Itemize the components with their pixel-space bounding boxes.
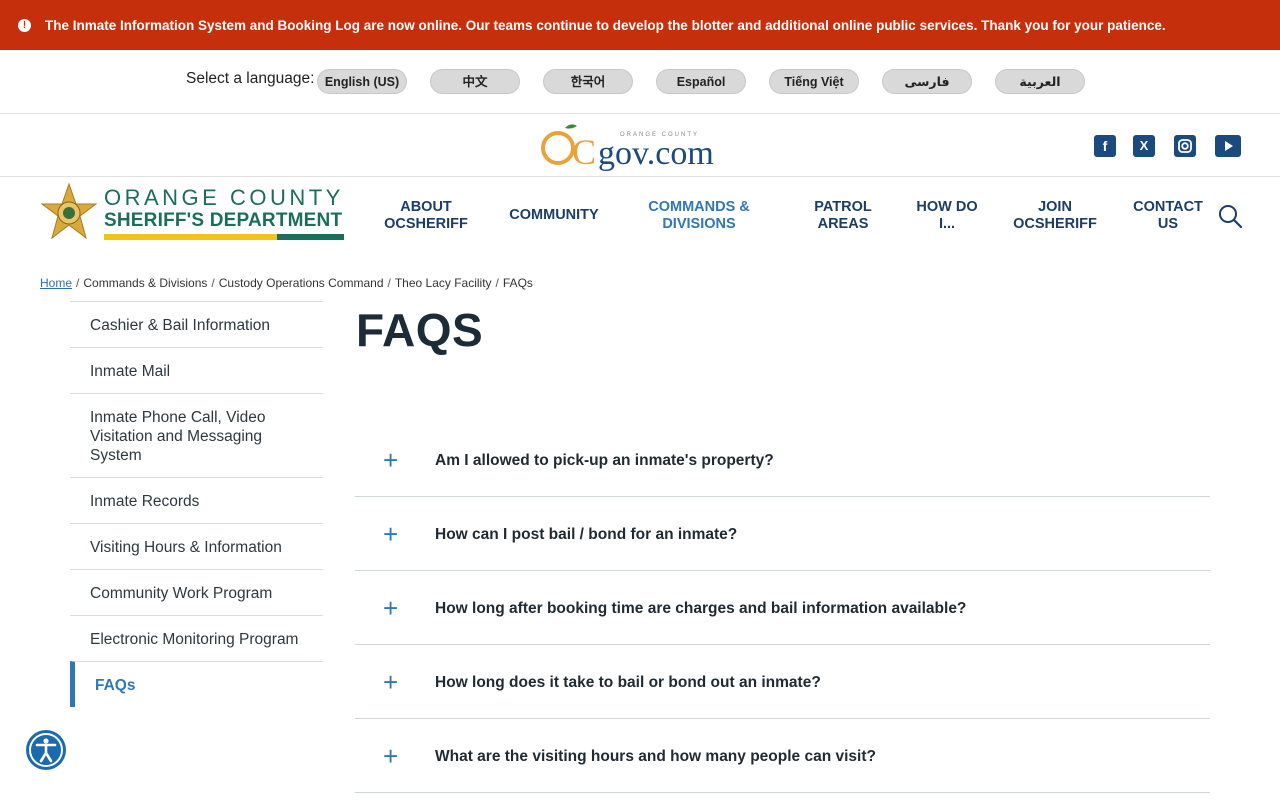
faq-question[interactable]: How can I post bail / bond for an inmate… xyxy=(435,526,737,544)
sheriff-badge-logo[interactable] xyxy=(40,182,98,246)
faq-question[interactable]: What are the visiting hours and how many… xyxy=(435,748,876,766)
top-logo-row: C gov.com ORANGE COUNTY f X xyxy=(0,114,1280,177)
sidebar-item-electronic-monitoring[interactable]: Electronic Monitoring Program xyxy=(70,615,323,661)
instagram-icon[interactable] xyxy=(1174,135,1196,157)
sidebar-item-cashier-bail[interactable]: Cashier & Bail Information xyxy=(70,301,323,347)
language-chinese-button[interactable]: 中文 xyxy=(430,69,520,94)
faq-list: + Am I allowed to pick-up an inmate's pr… xyxy=(355,423,1210,793)
facebook-icon[interactable]: f xyxy=(1094,135,1116,157)
faq-item[interactable]: + How long does it take to bail or bond … xyxy=(355,645,1210,719)
sidebar-item-community-work[interactable]: Community Work Program xyxy=(70,569,323,615)
nav-contact[interactable]: Contact Us xyxy=(1130,199,1206,233)
alert-icon: ! xyxy=(18,18,31,32)
language-farsi-button[interactable]: فارسی xyxy=(882,69,972,94)
department-name-line1: ORANGE COUNTY xyxy=(104,185,344,210)
department-name-line2: SHERIFF'S DEPARTMENT xyxy=(104,210,343,231)
nav-how-do-i[interactable]: How Do I... xyxy=(912,199,982,233)
youtube-icon[interactable] xyxy=(1215,135,1241,157)
plus-icon[interactable]: + xyxy=(383,595,398,621)
sidebar-item-inmate-records[interactable]: Inmate Records xyxy=(70,477,323,523)
department-underline xyxy=(104,234,344,240)
nav-community[interactable]: Community xyxy=(505,207,603,224)
page-title: FAQS xyxy=(356,304,484,356)
ocgov-small-text: ORANGE COUNTY xyxy=(620,132,699,138)
plus-icon[interactable]: + xyxy=(383,743,398,769)
nav-join[interactable]: Join OCSheriff xyxy=(1012,199,1098,233)
x-icon[interactable]: X xyxy=(1133,135,1155,157)
faq-item[interactable]: + What are the visiting hours and how ma… xyxy=(355,719,1210,793)
faq-question[interactable]: Am I allowed to pick-up an inmate's prop… xyxy=(435,452,774,470)
ocgov-logo[interactable]: C gov.com ORANGE COUNTY xyxy=(538,120,743,172)
faq-item[interactable]: + How long after booking time are charge… xyxy=(355,571,1210,645)
breadcrumb-custody[interactable]: Custody Operations Command xyxy=(219,276,384,290)
plus-icon[interactable]: + xyxy=(383,669,398,695)
nav-about[interactable]: About OCSheriff xyxy=(383,199,469,233)
sidebar-nav: Cashier & Bail Information Inmate Mail I… xyxy=(70,301,323,707)
language-vietnamese-button[interactable]: Tiếng Việt xyxy=(769,69,859,94)
alert-banner: ! The Inmate Information System and Book… xyxy=(0,0,1280,50)
language-spanish-button[interactable]: Español xyxy=(656,69,746,94)
breadcrumb: Home / Commands & Divisions / Custody Operat… xyxy=(40,276,533,290)
main-navigation: ORANGE COUNTY SHERIFF'S DEPARTMENT About… xyxy=(0,177,1280,267)
accessibility-button[interactable] xyxy=(26,730,66,770)
language-english-button[interactable]: English (US) xyxy=(317,69,407,94)
breadcrumb-commands[interactable]: Commands & Divisions xyxy=(83,276,207,290)
breadcrumb-theo-lacy[interactable]: Theo Lacy Facility xyxy=(395,276,492,290)
nav-patrol-areas[interactable]: Patrol Areas xyxy=(808,199,878,233)
ocgov-logo-text: gov.com xyxy=(598,135,714,172)
svg-text:C: C xyxy=(572,132,596,172)
language-bar: Select a language: English (US) 中文 한국어 E… xyxy=(0,50,1280,114)
search-icon[interactable] xyxy=(1217,203,1243,229)
breadcrumb-home[interactable]: Home xyxy=(40,276,72,290)
sidebar-item-faqs[interactable]: FAQs xyxy=(70,661,323,707)
faq-item[interactable]: + How can I post bail / bond for an inma… xyxy=(355,497,1210,571)
plus-icon[interactable]: + xyxy=(383,521,398,547)
language-arabic-button[interactable]: العربية xyxy=(995,69,1085,94)
sidebar-item-phone-video[interactable]: Inmate Phone Call, Video Visitation and … xyxy=(70,393,323,477)
nav-commands-divisions[interactable]: Commands & Divisions xyxy=(642,199,756,233)
alert-text: The Inmate Information System and Bookin… xyxy=(45,17,1166,33)
accessibility-icon xyxy=(29,733,63,767)
language-korean-button[interactable]: 한국어 xyxy=(543,69,633,94)
sidebar-item-visiting-hours[interactable]: Visiting Hours & Information xyxy=(70,523,323,569)
sidebar-item-inmate-mail[interactable]: Inmate Mail xyxy=(70,347,323,393)
plus-icon[interactable]: + xyxy=(383,447,398,473)
breadcrumb-current: FAQs xyxy=(502,276,533,290)
faq-question[interactable]: How long after booking time are charges … xyxy=(435,600,966,618)
faq-item[interactable]: + Am I allowed to pick-up an inmate's pr… xyxy=(355,423,1210,497)
language-label: Select a language: xyxy=(186,70,315,87)
faq-question[interactable]: How long does it take to bail or bond ou… xyxy=(435,674,821,692)
